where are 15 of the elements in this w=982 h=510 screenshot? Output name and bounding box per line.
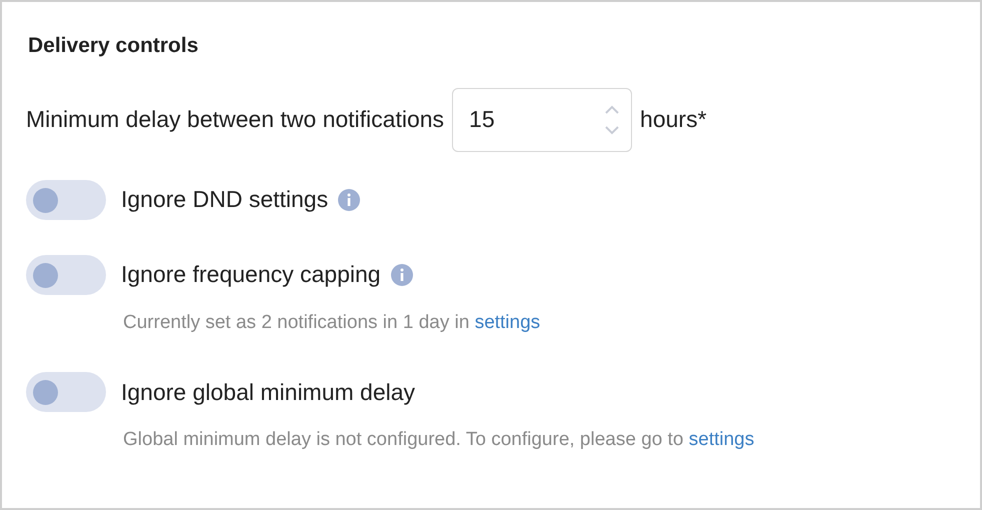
toggle-label: Ignore DND settings — [121, 185, 328, 214]
unit-label: hours* — [640, 105, 707, 134]
section-title: Delivery controls — [28, 33, 200, 59]
toggle-switch[interactable] — [26, 254, 106, 294]
helper-text: Global minimum delay is not configured. To configure, please go to settings — [123, 428, 756, 452]
number-field[interactable]: 15 — [452, 88, 632, 152]
spinner-icon[interactable] — [604, 104, 620, 136]
settings-link[interactable]: settings — [474, 312, 540, 332]
toggle-switch[interactable] — [26, 180, 106, 220]
delay-label: Minimum delay between two notifications — [26, 105, 444, 134]
toggle-label: Ignore global minimum delay — [121, 378, 416, 407]
helper-text: Currently set as 2 notifications in 1 day in settings — [123, 310, 542, 334]
settings-link[interactable]: settings — [688, 429, 754, 450]
toggle-label: Ignore frequency capping — [121, 260, 381, 290]
toggle-switch[interactable] — [26, 372, 106, 412]
